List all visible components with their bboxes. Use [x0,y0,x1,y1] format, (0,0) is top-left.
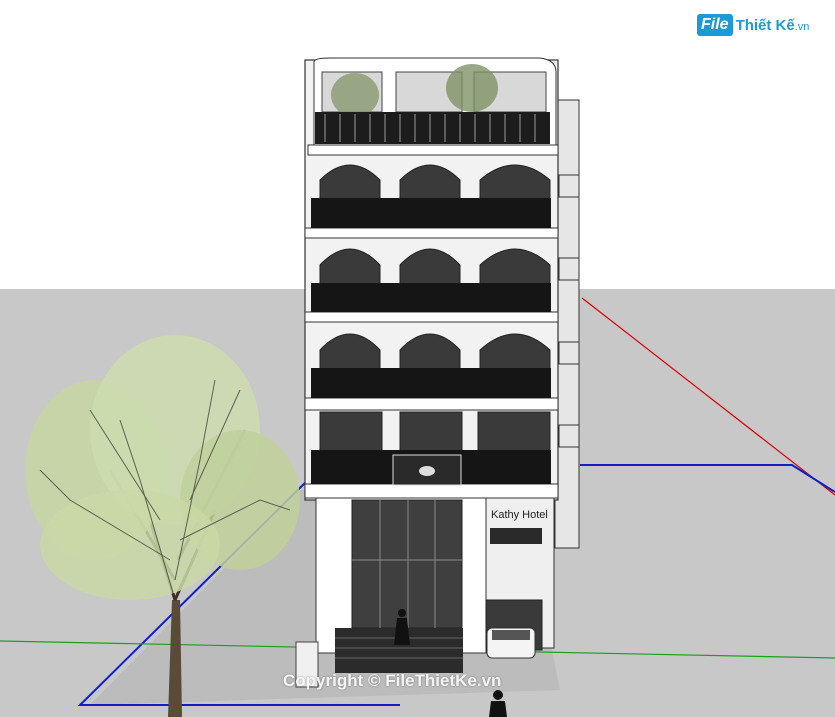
rooftop-level [313,57,557,146]
building-model-render [0,57,835,717]
logo-prefix: File [697,14,733,36]
hotel-sign: Kathy Hotel [491,509,548,521]
logo-name: Thiết Kế.vn [736,17,810,34]
copyright-watermark: Copyright © FileThietKe.vn [283,671,502,690]
filethietke-logo[interactable]: File Thiết Kế.vn [697,14,809,36]
logo-name-text: Thiết Kế [735,16,795,34]
logo-domain: .vn [794,20,810,33]
